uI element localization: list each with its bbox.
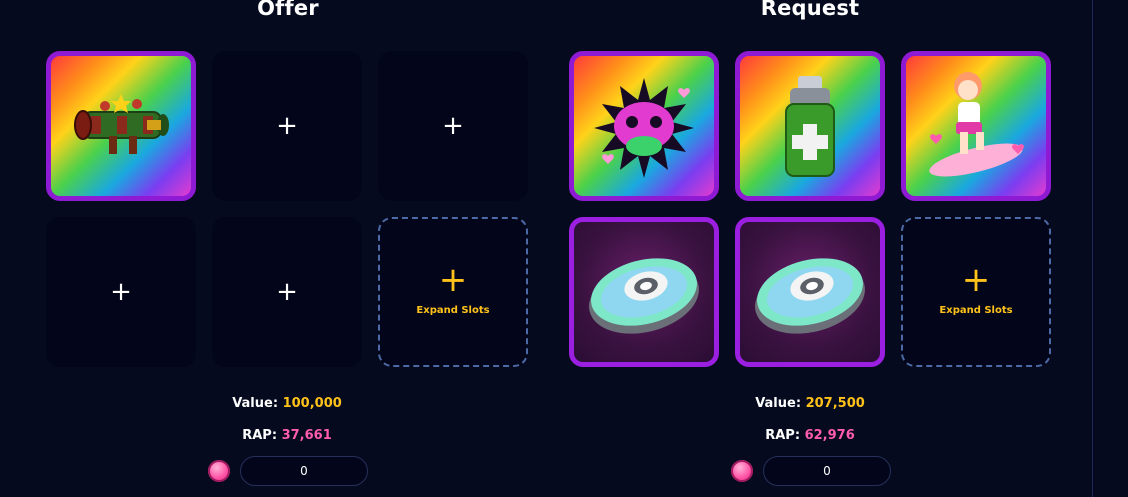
- gem-coin-icon: [208, 460, 230, 482]
- request-slot-4[interactable]: [569, 217, 719, 367]
- add-item-icon: +: [276, 277, 298, 307]
- rainbow-spiked-heart-icon: [594, 78, 694, 178]
- request-expand-slots-button[interactable]: + Expand Slots: [901, 217, 1051, 367]
- expand-slots-label: Expand Slots: [416, 305, 490, 316]
- request-title: Request: [760, 0, 860, 20]
- offer-slot-2[interactable]: +: [212, 51, 362, 201]
- offer-slot-3[interactable]: +: [378, 51, 528, 201]
- request-amount-input[interactable]: 0: [763, 456, 891, 486]
- rainbow-bazooka-icon: [74, 94, 169, 154]
- request-value-amount: 207,500: [805, 396, 865, 411]
- request-rap-label: RAP:: [765, 428, 801, 443]
- panel-edge: [1092, 0, 1093, 497]
- add-item-icon: +: [110, 277, 132, 307]
- offer-value-amount: 100,000: [282, 396, 342, 411]
- request-slot-3[interactable]: [901, 51, 1051, 201]
- expand-plus-icon: +: [438, 260, 468, 300]
- offer-slot-1[interactable]: [46, 51, 196, 201]
- offer-rap-amount: 37,661: [281, 428, 332, 443]
- offer-value: Value: 100,000: [187, 396, 387, 411]
- request-value: Value: 207,500: [710, 396, 910, 411]
- rainbow-hoverboard-girl-icon: [929, 72, 1024, 177]
- expand-slots-label: Expand Slots: [939, 305, 1013, 316]
- request-value-label: Value:: [755, 396, 802, 411]
- offer-value-label: Value:: [232, 396, 279, 411]
- request-slot-2[interactable]: [735, 51, 885, 201]
- offer-slot-5[interactable]: +: [212, 217, 362, 367]
- holo-disc-icon: [589, 258, 699, 334]
- add-item-icon: +: [442, 111, 464, 141]
- expand-plus-icon: +: [961, 260, 991, 300]
- holo-disc-icon: [755, 258, 865, 334]
- add-item-icon: +: [276, 111, 298, 141]
- request-slot-5[interactable]: [735, 217, 885, 367]
- request-rap: RAP: 62,976: [710, 428, 910, 443]
- offer-rap: RAP: 37,661: [187, 428, 387, 443]
- request-slot-1[interactable]: [569, 51, 719, 201]
- offer-slot-4[interactable]: +: [46, 217, 196, 367]
- offer-title: Offer: [257, 0, 319, 20]
- offer-rap-label: RAP:: [242, 428, 278, 443]
- offer-expand-slots-button[interactable]: + Expand Slots: [378, 217, 528, 367]
- rainbow-spray-can-icon: [785, 76, 835, 177]
- offer-amount-input[interactable]: 0: [240, 456, 368, 486]
- request-rap-amount: 62,976: [804, 428, 855, 443]
- gem-coin-icon: [731, 460, 753, 482]
